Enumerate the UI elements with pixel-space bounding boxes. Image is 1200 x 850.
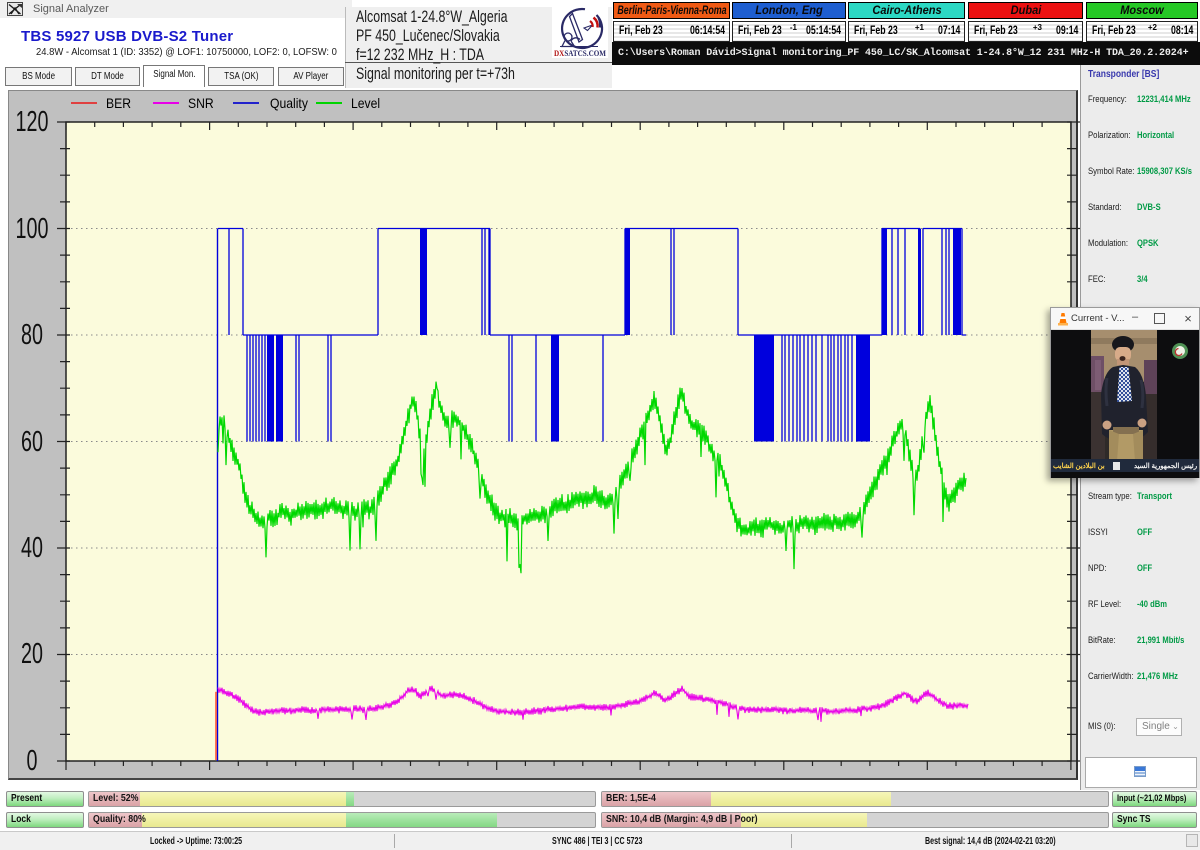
svg-text:بن البلادين الشايب: بن البلادين الشايب (1053, 462, 1105, 470)
svg-text:DXSATCS.COM: DXSATCS.COM (554, 49, 606, 58)
svg-text:رئيس الجمهورية السيد: رئيس الجمهورية السيد (1134, 462, 1198, 470)
